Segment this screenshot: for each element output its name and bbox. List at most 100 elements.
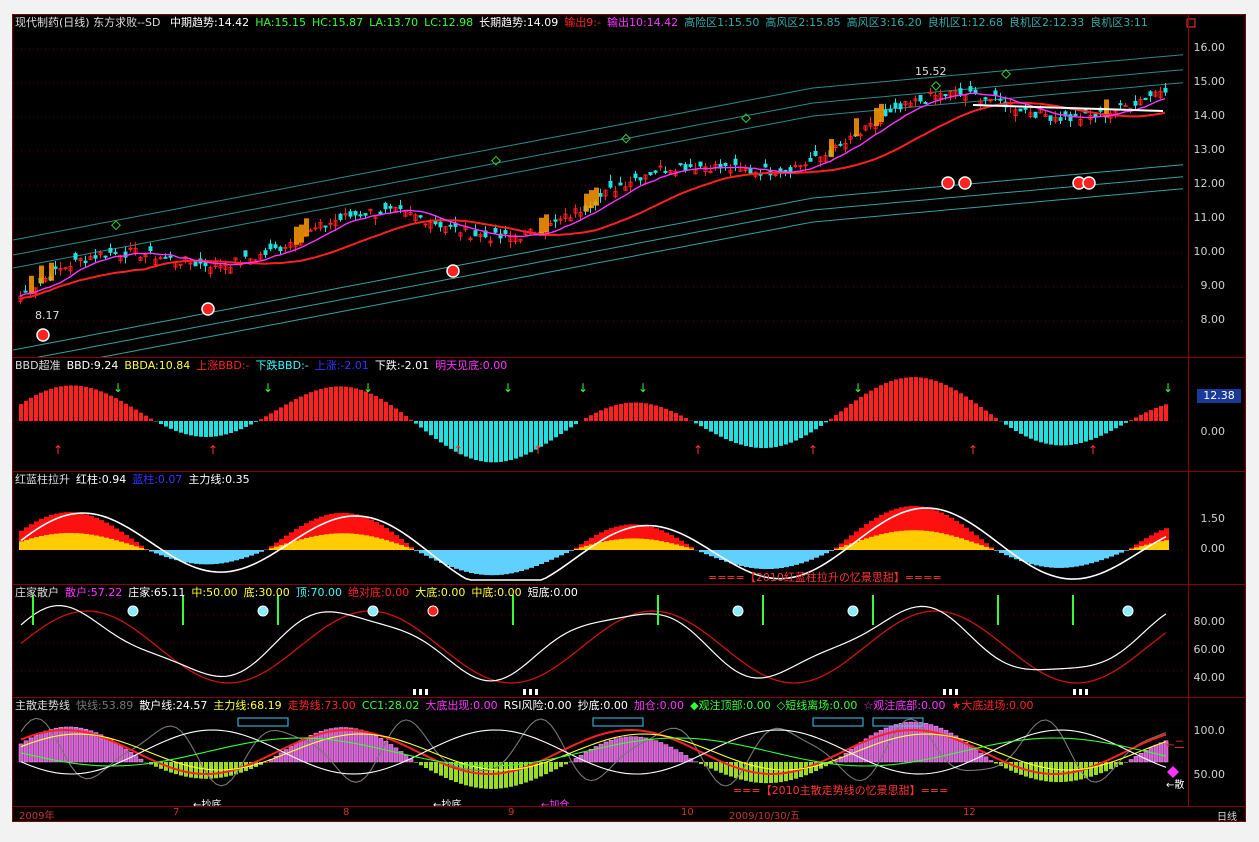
price-chart[interactable] xyxy=(13,15,1245,357)
bbd-bar xyxy=(929,379,933,421)
magenta-bar xyxy=(988,760,994,763)
magenta-bar xyxy=(308,735,314,763)
date-label: 7 xyxy=(173,807,180,818)
candle-body xyxy=(283,246,288,249)
yellow-bar xyxy=(44,535,49,550)
chart-window[interactable]: 现代制药(日线) 东方求败--SD 中期趋势:14.42 HA:15.15 HC:1… xyxy=(12,14,1246,822)
bbd-pane[interactable]: BBD超准 BBD:9.24 BBDA:10.84 上涨BBD:- 下跌BBD:- 上涨:… xyxy=(13,358,1245,471)
bbd-bar xyxy=(374,396,378,421)
white-mark xyxy=(943,689,946,695)
down-arrow: ↓ xyxy=(1163,381,1173,395)
bbd-chart[interactable]: ↓ ↓ ↓ ↓ ↓ ↓ ↓ ↓ ↑ ↑ ↑ ↑ ↑ ↑ ↑ ↑ xyxy=(13,358,1245,471)
zhuang-pane[interactable]: 庄家散户 散户:57.22 庄家:65.11 中:50.00 底:30.00 顶:70.0… xyxy=(13,585,1245,697)
candle-body xyxy=(163,256,168,259)
bbd-legend-item: BBD:9.24 xyxy=(66,359,119,372)
blue-bar xyxy=(524,550,529,570)
yellow-bar xyxy=(864,538,869,550)
magenta-bar xyxy=(1148,747,1154,763)
yellow-bar xyxy=(889,532,894,550)
axis-tick: 15.00 xyxy=(1193,75,1226,88)
yellow-bar xyxy=(69,532,74,550)
bbd-bar xyxy=(899,378,903,421)
yellow-bar xyxy=(689,548,694,550)
candle-body xyxy=(893,102,898,109)
bbd-bar xyxy=(294,399,298,421)
bbd-bar xyxy=(879,385,883,421)
yellow-bar xyxy=(674,544,679,550)
trend-banner: ===【2010主散走势线の忆景思甜】=== xyxy=(733,784,949,797)
up-arrow: ↑ xyxy=(693,443,703,457)
axis-tick: 11.00 xyxy=(1193,211,1226,224)
lime-bar xyxy=(719,762,723,773)
magenta-bar xyxy=(613,738,619,763)
zhuang-chart[interactable] xyxy=(13,585,1245,697)
candle-body xyxy=(763,163,768,168)
trend-chart[interactable] xyxy=(13,698,1245,807)
lime-bar xyxy=(699,762,703,765)
magenta-bar xyxy=(368,733,374,763)
yellow-bar xyxy=(379,538,384,550)
blue-bar xyxy=(699,550,704,553)
redblue-pane[interactable]: 红蓝柱拉升 红柱:0.94 蓝柱:0.07 主力线:0.35 1.50 0.00 ===… xyxy=(13,472,1245,584)
trend-legend-item: ◇短线离场:0.00 xyxy=(776,699,858,712)
high-price-label: 15.52 xyxy=(915,65,947,78)
candle-body xyxy=(263,250,268,255)
bbd-bar xyxy=(869,390,873,421)
yellow-bar xyxy=(964,539,969,550)
bbd-bar xyxy=(759,421,763,449)
bbd-bar xyxy=(979,406,983,421)
candle-body xyxy=(383,202,388,210)
bbd-bar xyxy=(389,405,393,421)
bbd-bar xyxy=(399,412,403,421)
blue-bar xyxy=(154,550,159,554)
zhuang-legend-item: 短底:0.00 xyxy=(527,586,578,599)
trend-pane[interactable]: 主散走势线 快线:53.89 散户线:24.57 主力线:68.19 走势线:73.00… xyxy=(13,698,1245,807)
yellow-bar xyxy=(624,538,629,550)
bbd-bar xyxy=(584,418,588,421)
magenta-bar xyxy=(338,727,344,763)
bbd-bar xyxy=(174,421,178,431)
redblue-chart[interactable] xyxy=(13,472,1245,584)
bbd-bar xyxy=(209,421,213,437)
bbd-bar xyxy=(99,391,103,421)
bbd-bar xyxy=(569,421,573,428)
lime-bar xyxy=(564,762,568,765)
bbd-bar xyxy=(1054,421,1058,446)
yellow-bar xyxy=(119,541,124,550)
bbd-bar xyxy=(214,421,218,437)
bbd-bar xyxy=(114,398,118,421)
bbd-bar xyxy=(44,390,48,421)
yellow-bar xyxy=(1164,540,1169,550)
axis-tick: 16.00 xyxy=(1193,41,1226,54)
candle-body xyxy=(188,262,193,265)
bbd-bar xyxy=(619,403,623,421)
bbd-bar xyxy=(589,415,593,421)
lime-bar xyxy=(454,762,458,783)
bbd-bar xyxy=(734,421,738,444)
diamond-marker xyxy=(111,220,121,231)
lime-bar xyxy=(554,762,558,770)
magenta-bar xyxy=(358,729,364,763)
down-arrow: ↓ xyxy=(578,381,588,395)
price-pane[interactable]: 现代制药(日线) 东方求败--SD 中期趋势:14.42 HA:15.15 HC:1… xyxy=(13,15,1245,357)
lime-bar xyxy=(1089,762,1093,777)
bbd-bar xyxy=(129,406,133,421)
magenta-bar xyxy=(973,749,979,763)
date-label: 9 xyxy=(508,807,515,818)
bbd-bar xyxy=(249,421,253,425)
bbd-bar xyxy=(134,409,138,421)
magenta-bar xyxy=(588,748,594,763)
redblue-legend-item: 红蓝柱拉升 xyxy=(15,473,70,486)
bbd-bar xyxy=(269,413,273,421)
bbd-bar xyxy=(724,421,728,440)
magenta-bar xyxy=(43,730,49,763)
bbd-bar xyxy=(1019,421,1023,434)
candle-body xyxy=(918,94,923,102)
trend-shade xyxy=(854,118,859,137)
magenta-bar xyxy=(658,742,664,763)
yellow-bar xyxy=(629,538,634,550)
magenta-bar xyxy=(98,734,104,763)
yellow-bar xyxy=(34,537,39,550)
channel-line xyxy=(13,82,1184,269)
blue-bar xyxy=(219,550,224,564)
